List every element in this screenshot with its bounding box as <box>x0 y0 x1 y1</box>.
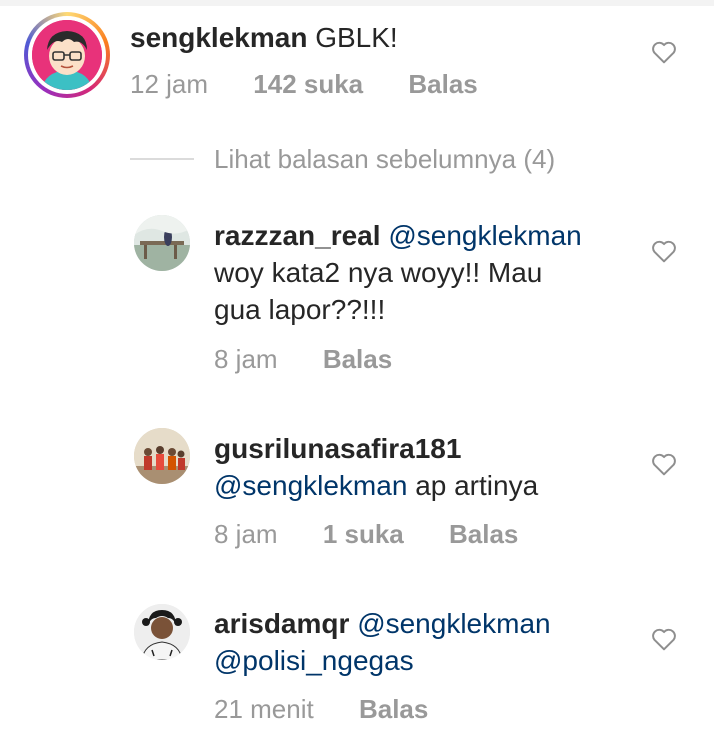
likes-count[interactable]: 142 suka <box>253 69 363 99</box>
username[interactable]: sengklekman <box>130 22 307 53</box>
heart-icon[interactable] <box>651 452 677 476</box>
reply-button[interactable]: Balas <box>323 344 392 374</box>
username[interactable]: arisdamqr <box>214 608 349 639</box>
reply-meta: 8 jam Balas <box>214 344 392 375</box>
heart-icon[interactable] <box>651 239 677 263</box>
reply-body: ap artinya <box>415 470 539 501</box>
reply-button[interactable]: Balas <box>359 694 428 724</box>
cartoon-face-avatar-icon <box>32 20 102 90</box>
comment-text: sengklekman GBLK! <box>130 19 398 56</box>
group-photo-avatar-icon <box>134 428 190 484</box>
reply-text: arisdamqr @sengklekman @polisi_ngegas <box>214 605 634 679</box>
divider-line <box>130 158 194 160</box>
mention-link-2[interactable]: @polisi_ngegas <box>214 645 414 676</box>
reply-text: gusrilunasafira181 @sengklekman ap artin… <box>214 430 634 504</box>
mention-link[interactable]: @sengklekman <box>357 608 550 639</box>
landscape-photo-avatar-icon <box>134 215 190 271</box>
username[interactable]: razzzan_real <box>214 220 381 251</box>
timestamp: 8 jam <box>214 344 278 374</box>
mention-link[interactable]: @sengklekman <box>214 470 407 501</box>
likes-count[interactable]: 1 suka <box>323 519 404 549</box>
avatar[interactable] <box>134 215 190 271</box>
avatar[interactable] <box>134 604 190 660</box>
person-photo-avatar-icon <box>134 604 190 660</box>
avatar[interactable] <box>134 428 190 484</box>
heart-icon[interactable] <box>651 627 677 651</box>
reply-meta: 21 menit Balas <box>214 694 428 725</box>
mention-link[interactable]: @sengklekman <box>388 220 581 251</box>
timestamp: 12 jam <box>130 69 209 99</box>
avatar[interactable] <box>32 20 102 90</box>
timestamp: 21 menit <box>214 694 314 724</box>
reply-meta: 8 jam 1 suka Balas <box>214 519 518 550</box>
reply-button[interactable]: Balas <box>408 69 477 99</box>
top-divider <box>0 0 714 6</box>
heart-icon[interactable] <box>651 40 677 64</box>
comment-meta: 12 jam 142 suka Balas <box>130 69 478 100</box>
reply-button[interactable]: Balas <box>449 519 518 549</box>
reply-body-line1: woy kata2 nya woyy!! Mau <box>214 257 543 288</box>
reply-body-line2: gua lapor??!!! <box>214 294 386 325</box>
reply-text: razzzan_real @sengklekman woy kata2 nya … <box>214 217 634 328</box>
username[interactable]: gusrilunasafira181 <box>214 433 461 464</box>
view-previous-label: Lihat balasan sebelumnya (4) <box>214 143 556 174</box>
comment-body: GBLK! <box>315 22 398 53</box>
timestamp: 8 jam <box>214 519 278 549</box>
view-previous-replies[interactable]: Lihat balasan sebelumnya (4) <box>130 142 555 176</box>
